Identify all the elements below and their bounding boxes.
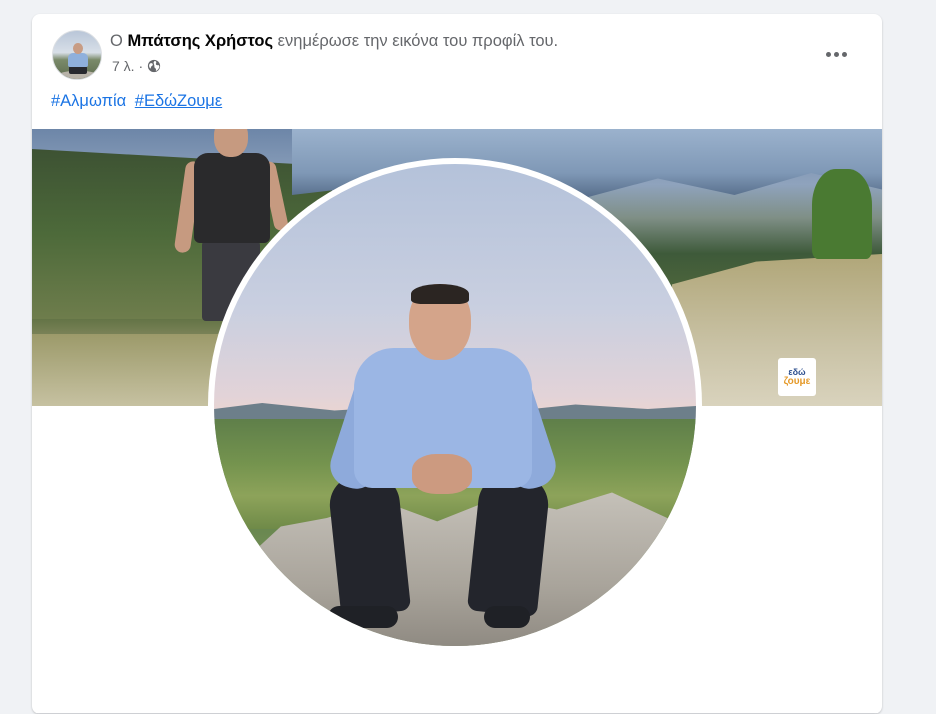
more-options-icon bbox=[825, 51, 831, 57]
photo-person bbox=[324, 284, 564, 628]
avatar-head bbox=[73, 43, 83, 54]
cover-tree bbox=[812, 169, 872, 259]
post-card: Ο Μπάτσης Χρήστος ενημέρωσε την εικόνα τ… bbox=[32, 14, 882, 714]
avatar-legs bbox=[69, 66, 87, 74]
author-avatar[interactable] bbox=[52, 30, 102, 80]
person-shoe bbox=[484, 606, 530, 628]
profile-picture-frame[interactable] bbox=[208, 158, 702, 652]
post-meta: 7 λ. · bbox=[112, 58, 161, 74]
headline-action: ενημέρωσε την εικόνα του προφίλ του. bbox=[277, 32, 559, 50]
cover-hill bbox=[672, 254, 882, 406]
post-header: Ο Μπάτσης Χρήστος ενημέρωσε την εικόνα τ… bbox=[52, 30, 862, 80]
hashtag-link-almopia[interactable]: #Αλμωπία bbox=[51, 92, 126, 110]
edozoume-logo: εδώ ζουμε bbox=[778, 358, 816, 396]
post-headline: Ο Μπάτσης Χρήστος ενημέρωσε την εικόνα τ… bbox=[110, 32, 558, 51]
headline-prefix: Ο bbox=[110, 32, 123, 50]
profile-picture[interactable] bbox=[214, 164, 696, 646]
cover-person-torso bbox=[194, 153, 270, 243]
more-options-icon-dot bbox=[833, 51, 839, 57]
author-name-link[interactable]: Μπάτσης Χρήστος bbox=[127, 32, 273, 50]
person-hair bbox=[411, 284, 469, 304]
hashtag-link-edozoume[interactable]: #ΕδώΖουμε bbox=[135, 92, 222, 110]
person-shoe bbox=[328, 606, 398, 628]
more-options-icon-dot bbox=[841, 51, 847, 57]
avatar-body bbox=[68, 53, 88, 67]
person-leg bbox=[466, 470, 552, 618]
post-timestamp[interactable]: 7 λ. · bbox=[112, 58, 143, 74]
post-hashtags: #Αλμωπία #ΕδώΖουμε bbox=[51, 92, 226, 111]
globe-icon[interactable] bbox=[147, 59, 161, 73]
logo-line-2: ζουμε bbox=[783, 376, 811, 387]
person-leg bbox=[326, 470, 412, 618]
more-options-button[interactable] bbox=[818, 36, 854, 72]
person-hands bbox=[412, 454, 472, 494]
